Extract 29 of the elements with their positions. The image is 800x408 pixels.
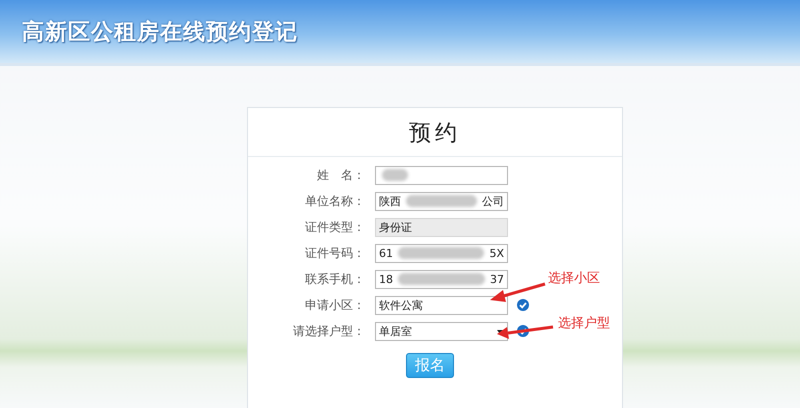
dropdown-field[interactable]: 单居室 (375, 322, 508, 340)
input-field[interactable] (375, 166, 508, 184)
field-label: 联系手机： (304, 270, 366, 288)
field-label: 请选择户型： (292, 322, 366, 340)
field-value: 37 (490, 272, 504, 286)
annotation-label: 选择户型 (558, 315, 610, 332)
field-label: 申请小区： (304, 296, 366, 314)
input-field[interactable]: 陕西 公司 (375, 192, 508, 210)
field-value: 5X (489, 246, 504, 260)
arrow (490, 282, 546, 302)
annotation-label: 选择小区 (548, 270, 600, 287)
field-label: 证件号码： (304, 244, 366, 262)
field-label: 姓 名： (316, 166, 366, 184)
arrow (497, 326, 554, 339)
site-title: 高新区公租房在线预约登记 (22, 18, 298, 46)
input-field[interactable]: 18 37 (375, 270, 508, 288)
form-title: 预约 (248, 118, 622, 157)
field-label: 证件类型： (304, 218, 366, 236)
input-field[interactable]: 软件公寓 (375, 296, 508, 314)
field-label: 单位名称： (304, 192, 366, 210)
input-field[interactable]: 61 5X (375, 244, 508, 262)
field-value: 陕西 (379, 194, 401, 208)
field-value: 单居室 (379, 324, 412, 338)
field-value: 身份证 (379, 220, 412, 234)
input-field[interactable]: 身份证 (375, 218, 508, 236)
field-value: 18 (379, 272, 393, 286)
field-value: 61 (379, 246, 393, 260)
field-value: 软件公寓 (379, 298, 423, 312)
field-value: 公司 (482, 194, 504, 208)
